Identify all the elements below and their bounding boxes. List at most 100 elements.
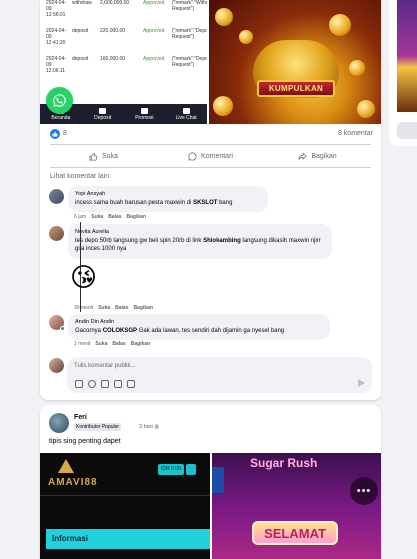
comment-reply-button[interactable]: Balas [112, 341, 125, 347]
tx-remark: {"remark":"Withdraw Request"} [172, 0, 207, 12]
comment-share-button[interactable]: Bagikan [127, 214, 146, 220]
menu-icon [185, 464, 196, 475]
balance-badge: IDR 0.00 [158, 464, 184, 475]
avatar[interactable] [49, 226, 64, 241]
avatar-sticker-icon[interactable] [127, 380, 135, 388]
side-button[interactable] [397, 122, 417, 139]
nav-label: Deposit [94, 114, 112, 121]
comment-text: Gak ada lawan, tes sendiri dah dijamin g… [137, 328, 285, 334]
coin-decoration [349, 60, 365, 76]
nav-item-deposit: Deposit [82, 104, 124, 124]
comment-text: Gacornya [75, 328, 103, 334]
commenter-name[interactable]: Yopi Ansyah [75, 190, 261, 198]
balance-bar: IDR 0.00 [158, 464, 208, 475]
post-image-right[interactable]: Sugar Rush SELAMAT ••• [212, 453, 381, 559]
post-time-text: 3 hari [139, 424, 153, 430]
comment-tools [75, 380, 135, 388]
post-actions: Suka Komentari Bagikan [50, 146, 371, 166]
commenter-name[interactable]: Andin Din Andin [75, 318, 323, 326]
send-icon[interactable] [358, 379, 365, 387]
comment-reply-button[interactable]: Balas [115, 305, 128, 311]
comment-text: tes depo 50rb langsung gw beli spin 20rb… [75, 238, 204, 244]
comment-share-button[interactable]: Bagikan [133, 305, 152, 311]
post-image-left[interactable]: AMAVI88 IDR 0.00 Informasi [40, 453, 210, 559]
comment-share-button[interactable]: Bagikan [131, 341, 150, 347]
comment-like-button[interactable]: Suka [91, 214, 103, 220]
comment-time[interactable]: 1 menit [74, 341, 90, 347]
tx-status: Approved [143, 56, 165, 62]
transaction-screenshot[interactable]: 2024-04-09 12:56:01 withdraw 2,600,000.0… [40, 0, 207, 124]
post-time[interactable]: 3 hari ◍ [139, 424, 159, 430]
divider [40, 495, 210, 496]
comment-bubble: Andin Din Andin Gacornya COLOKSGP Gak ad… [68, 314, 330, 340]
comment-input-placeholder: Tulis komentar publik... [74, 363, 136, 369]
coin-decoration [357, 100, 375, 118]
gif-icon[interactable] [114, 380, 122, 388]
divider [50, 167, 371, 168]
divider [50, 144, 371, 145]
sticker-icon[interactable] [75, 380, 83, 388]
tx-type: deposit [72, 28, 89, 34]
comment-text-bold: Shiokambing [203, 238, 241, 244]
gift-icon [140, 107, 148, 114]
nav-label: Beranda [51, 114, 71, 121]
comment-reply-button[interactable]: Balas [108, 214, 121, 220]
transaction-row: 2024-04-09 12:06:11 deposit 160,000.00 A… [40, 56, 207, 82]
tx-type: deposit [72, 56, 89, 62]
emoji-icon[interactable] [88, 380, 96, 388]
tx-status: Approved [143, 28, 165, 34]
comment-like-button[interactable]: Suka [98, 305, 110, 311]
tx-type: withdraw [72, 0, 92, 6]
comment-text: incess sama buah barusan pesta maxwin di [75, 200, 194, 206]
more-images-button[interactable]: ••• [350, 477, 378, 505]
camera-icon[interactable] [101, 380, 109, 388]
comment-like-button[interactable]: Suka [95, 341, 107, 347]
tx-amount: 160,000.00 [100, 56, 126, 62]
whatsapp-icon [46, 87, 73, 114]
crown-logo-icon [58, 459, 74, 473]
like-reaction-icon [50, 129, 60, 139]
side-badge [212, 467, 224, 493]
kiss-sticker: 😘 [70, 263, 98, 293]
avatar[interactable] [49, 189, 64, 204]
comment-text: bang [217, 200, 233, 206]
comment-meta: 6 jam Suka Balas Bagikan [74, 214, 146, 220]
right-side-panel [389, 0, 417, 146]
game-screenshot[interactable]: KUMPULKAN [209, 0, 381, 124]
comment-count[interactable]: 8 komentar [338, 130, 373, 137]
globe-icon: ◍ [154, 424, 160, 430]
tx-remark: {"remark":"Deposit Request"} [172, 56, 207, 68]
collect-button: KUMPULKAN [257, 80, 335, 97]
share-button[interactable]: Bagikan [264, 146, 371, 166]
comment-time[interactable]: 6 jam [74, 214, 86, 220]
coin-decoration [215, 8, 233, 26]
comment-input[interactable]: Tulis komentar publik... [67, 357, 372, 393]
see-more-comments-link[interactable]: Lihat komentar lain [50, 173, 109, 180]
like-button[interactable]: Suka [50, 146, 157, 166]
author-avatar[interactable] [49, 413, 69, 433]
share-icon [298, 152, 308, 160]
comment-bubble: Novita Aurelia tes depo 50rb langsung gw… [68, 224, 332, 259]
comment-text-bold: SKSLOT [193, 200, 218, 206]
nav-label: Live Chat [175, 114, 197, 121]
post-media[interactable]: 2024-04-09 12:56:01 withdraw 2,600,000.0… [40, 0, 381, 124]
post-card: Feri Kontributor Populer 3 hari ◍ tipis … [40, 405, 381, 559]
comment-button[interactable]: Komentari [157, 146, 264, 166]
nav-item-promosi: Promosi [124, 104, 166, 124]
tx-status: Approved [143, 0, 165, 6]
reaction-count[interactable]: 8 [63, 130, 67, 137]
comment-icon [188, 151, 197, 161]
tx-remark: {"remark":"Deposit Request"} [172, 28, 207, 40]
thumbs-up-icon [89, 152, 98, 161]
transaction-row: 2024-04-09 12:56:01 withdraw 2,600,000.0… [40, 0, 207, 26]
author-name[interactable]: Feri [74, 414, 87, 421]
comment-bubble: Yopi Ansyah incess sama buah barusan pes… [68, 186, 268, 212]
commenter-name[interactable]: Novita Aurelia [75, 228, 325, 236]
post-text: tipis sing penting dapet [49, 438, 121, 445]
post-card: 2024-04-09 12:56:01 withdraw 2,600,000.0… [40, 0, 381, 400]
like-label: Suka [102, 152, 118, 160]
side-thumbnail[interactable] [397, 0, 417, 112]
game-title: Sugar Rush [250, 456, 318, 470]
comment-time[interactable]: 30 menit [74, 305, 93, 311]
tx-date: 2024-04-09 12:41:20 [46, 28, 67, 46]
